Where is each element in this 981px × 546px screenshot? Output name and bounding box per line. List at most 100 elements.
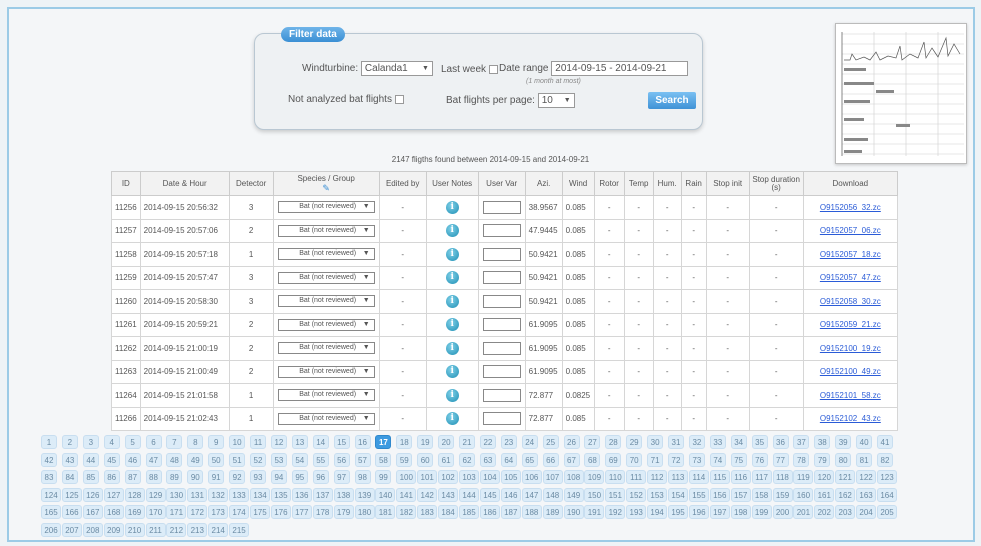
page-link[interactable]: 161 [814, 487, 835, 502]
page-link[interactable]: 86 [103, 470, 120, 484]
page-link[interactable]: 53 [270, 452, 287, 467]
page-link[interactable]: 26 [563, 435, 580, 449]
page-link[interactable]: 213 [187, 522, 208, 537]
page-link[interactable]: 214 [208, 522, 229, 537]
page-link[interactable]: 51 [229, 452, 246, 467]
page-link[interactable]: 4 [103, 435, 120, 449]
page-link[interactable]: 148 [542, 487, 563, 502]
page-link[interactable]: 30 [647, 435, 664, 449]
page-link[interactable]: 41 [877, 435, 893, 449]
page-link[interactable]: 188 [521, 505, 542, 519]
page-link[interactable]: 85 [82, 470, 99, 484]
page-link[interactable]: 27 [584, 435, 601, 449]
page-link[interactable]: 139 [354, 487, 375, 502]
col-azi[interactable]: Azi. [524, 171, 563, 196]
page-link[interactable]: 97 [333, 470, 350, 484]
page-link[interactable]: 52 [250, 452, 266, 467]
page-link[interactable]: 195 [668, 505, 688, 519]
page-link[interactable]: 102 [438, 470, 459, 484]
page-link[interactable]: 203 [835, 505, 856, 519]
species-select[interactable]: Bat (not reviewed) ▼ [277, 271, 375, 284]
page-link[interactable]: 74 [709, 452, 726, 467]
page-link[interactable]: 182 [396, 505, 417, 519]
page-link[interactable]: 215 [229, 522, 250, 537]
page-link[interactable]: 172 [187, 505, 208, 519]
page-link[interactable]: 190 [563, 505, 584, 519]
page-link[interactable]: 11 [250, 435, 266, 449]
page-link[interactable]: 3 [82, 435, 99, 449]
page-link[interactable]: 160 [793, 487, 814, 502]
download-link[interactable]: O9152059_21.zc [820, 320, 881, 329]
page-link[interactable]: 109 [584, 470, 605, 484]
user-var-input[interactable] [482, 247, 521, 261]
page-link[interactable]: 104 [479, 470, 500, 484]
page-link[interactable]: 153 [647, 487, 668, 502]
page-link[interactable]: 204 [856, 505, 877, 519]
page-link[interactable]: 132 [208, 487, 229, 502]
page-link[interactable]: 43 [61, 452, 78, 467]
page-link[interactable]: 36 [772, 435, 789, 449]
page-link[interactable]: 175 [250, 505, 270, 519]
page-link[interactable]: 68 [584, 452, 601, 467]
page-link[interactable]: 121 [835, 470, 856, 484]
page-link[interactable]: 82 [877, 452, 893, 467]
user-var-input[interactable] [482, 388, 521, 402]
download-link[interactable]: O9152057_47.zc [820, 273, 881, 282]
page-link[interactable]: 181 [375, 505, 396, 519]
page-link[interactable]: 42 [41, 452, 57, 467]
page-link[interactable]: 76 [751, 452, 768, 467]
page-link[interactable]: 134 [250, 487, 270, 502]
page-link[interactable]: 100 [396, 470, 417, 484]
page-link[interactable]: 19 [417, 435, 434, 449]
page-link[interactable]: 165 [41, 505, 61, 519]
page-link[interactable]: 38 [814, 435, 831, 449]
page-link[interactable]: 197 [709, 505, 730, 519]
download-link[interactable]: O9152058_30.zc [820, 297, 881, 306]
page-link[interactable]: 156 [709, 487, 730, 502]
col-user-var[interactable]: User Var [477, 171, 526, 196]
user-var-input[interactable] [482, 318, 521, 332]
page-link[interactable]: 127 [103, 487, 124, 502]
page-link[interactable]: 79 [814, 452, 831, 467]
page-link[interactable]: 122 [856, 470, 877, 484]
page-link[interactable]: 208 [82, 522, 103, 537]
page-link[interactable]: 186 [479, 505, 500, 519]
download-link[interactable]: O9152057_06.zc [820, 226, 881, 235]
page-link[interactable]: 194 [647, 505, 668, 519]
page-link[interactable]: 2 [61, 435, 78, 449]
page-link[interactable]: 35 [751, 435, 768, 449]
page-link[interactable]: 117 [751, 470, 772, 484]
page-link[interactable]: 192 [605, 505, 626, 519]
page-link[interactable]: 84 [61, 470, 78, 484]
col-hum[interactable]: Hum. [652, 171, 682, 196]
col-stop-duration[interactable]: Stop duration (s) [748, 171, 804, 196]
page-link[interactable]: 6 [145, 435, 162, 449]
page-link[interactable]: 18 [396, 435, 413, 449]
page-link[interactable]: 116 [730, 470, 751, 484]
page-link[interactable]: 114 [688, 470, 709, 484]
download-link[interactable]: O9152100_49.zc [820, 367, 881, 376]
species-select[interactable]: Bat (not reviewed) ▼ [277, 318, 375, 331]
page-link[interactable]: 101 [417, 470, 438, 484]
col-detector[interactable]: Detector [228, 171, 274, 196]
page-link[interactable]: 173 [208, 505, 229, 519]
page-link[interactable]: 185 [459, 505, 479, 519]
info-icon[interactable]: i [445, 412, 459, 426]
page-link[interactable]: 59 [396, 452, 413, 467]
page-link[interactable]: 33 [709, 435, 726, 449]
info-icon[interactable]: i [445, 247, 459, 261]
page-link[interactable]: 105 [500, 470, 521, 484]
page-link[interactable]: 206 [41, 522, 61, 537]
page-link[interactable]: 198 [730, 505, 751, 519]
page-link[interactable]: 189 [542, 505, 563, 519]
page-link[interactable]: 193 [626, 505, 647, 519]
page-link[interactable]: 60 [417, 452, 434, 467]
page-link[interactable]: 95 [291, 470, 308, 484]
page-link[interactable]: 162 [835, 487, 856, 502]
species-select[interactable]: Bat (not reviewed) ▼ [277, 224, 375, 237]
page-link[interactable]: 207 [61, 522, 82, 537]
col-id[interactable]: ID [111, 171, 141, 196]
page-link[interactable]: 125 [61, 487, 82, 502]
page-link[interactable]: 157 [730, 487, 751, 502]
page-link[interactable]: 170 [145, 505, 166, 519]
